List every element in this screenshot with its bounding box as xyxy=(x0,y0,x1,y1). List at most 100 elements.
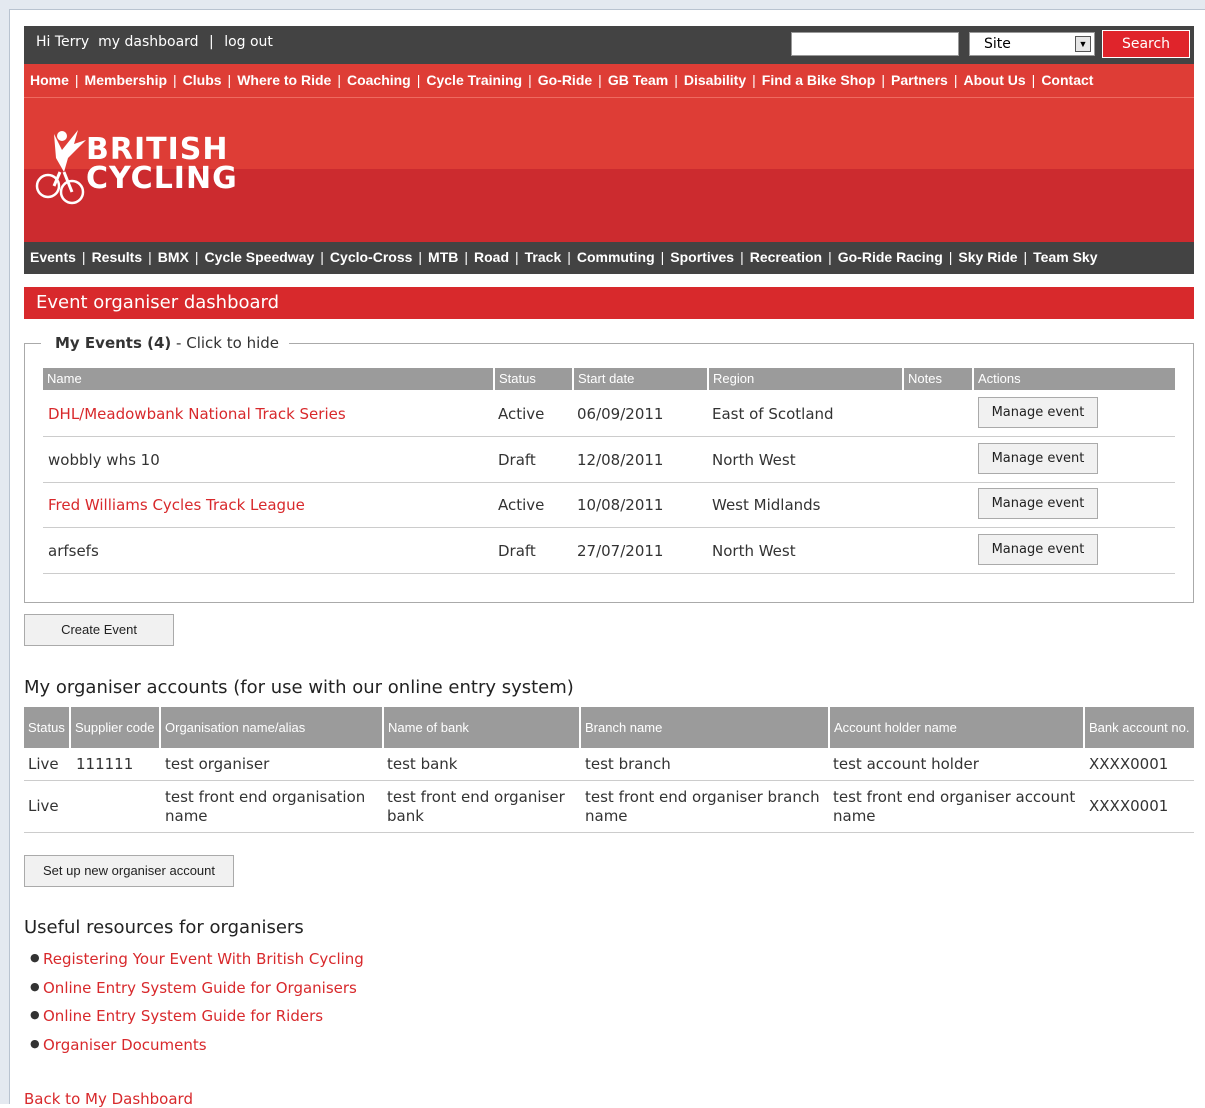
event-start-date: 06/09/2011 xyxy=(577,405,664,423)
nav-item-cycle-training[interactable]: Cycle Training xyxy=(426,72,522,88)
resources-heading: Useful resources for organisers xyxy=(24,917,304,938)
nav-item-gb-team[interactable]: GB Team xyxy=(608,72,668,88)
manage-event-button[interactable]: Manage event xyxy=(978,397,1098,428)
column-header-name: Name xyxy=(43,368,493,390)
nav-divider xyxy=(24,97,1194,98)
event-name-link[interactable]: Fred Williams Cycles Track League xyxy=(48,496,305,514)
nav-separator: | xyxy=(173,72,177,88)
discipline-nav-item-mtb[interactable]: MTB xyxy=(428,249,458,265)
manage-event-button[interactable]: Manage event xyxy=(978,534,1098,565)
branch-name: test front end organiser branch name xyxy=(585,788,820,825)
panel-border xyxy=(289,343,1194,344)
nav-item-about-us[interactable]: About Us xyxy=(963,72,1025,88)
separator: | xyxy=(209,34,214,50)
list-item: ● Online Entry System Guide for Organiser… xyxy=(24,979,364,1008)
branch-name: test branch xyxy=(585,755,671,773)
window-frame-line xyxy=(9,9,1205,10)
discipline-nav-item-events[interactable]: Events xyxy=(30,249,76,265)
nav-item-disability[interactable]: Disability xyxy=(684,72,746,88)
list-item: ● Organiser Documents xyxy=(24,1036,364,1065)
discipline-nav-item-results[interactable]: Results xyxy=(92,249,143,265)
column-header-actions: Actions xyxy=(974,368,1175,390)
resource-link-guide-riders[interactable]: Online Entry System Guide for Riders xyxy=(43,1007,323,1025)
discipline-nav-item-track[interactable]: Track xyxy=(525,249,562,265)
event-start-date: 12/08/2011 xyxy=(577,451,664,469)
discipline-nav-item-bmx[interactable]: BMX xyxy=(158,249,189,265)
nav-separator: | xyxy=(194,249,199,265)
discipline-nav-item-cyclo-cross[interactable]: Cyclo-Cross xyxy=(330,249,412,265)
discipline-nav-item-recreation[interactable]: Recreation xyxy=(750,249,822,265)
manage-event-button[interactable]: Manage event xyxy=(978,488,1098,519)
column-header-bank: Name of bank xyxy=(384,707,579,748)
nav-separator: | xyxy=(598,72,602,88)
column-header-supplier-code: Supplier code xyxy=(71,707,159,748)
discipline-nav-item-sportives[interactable]: Sportives xyxy=(670,249,734,265)
discipline-nav-item-sky-ride[interactable]: Sky Ride xyxy=(958,249,1017,265)
create-event-button[interactable]: Create Event xyxy=(24,614,174,646)
account-holder: test account holder xyxy=(833,755,979,773)
nav-item-go-ride[interactable]: Go-Ride xyxy=(538,72,592,88)
discipline-nav-item-cycle-speedway[interactable]: Cycle Speedway xyxy=(205,249,315,265)
nav-item-find-a-bike-shop[interactable]: Find a Bike Shop xyxy=(762,72,876,88)
account-number: XXXX0001 xyxy=(1089,755,1169,773)
nav-separator: | xyxy=(567,249,571,265)
bank-name: test front end organiser bank xyxy=(387,788,565,825)
event-name[interactable]: wobbly whs 10 xyxy=(48,451,160,469)
list-item: ● Online Entry System Guide for Riders xyxy=(24,1007,364,1036)
account-number: XXXX0001 xyxy=(1089,797,1169,815)
column-header-branch: Branch name xyxy=(581,707,828,748)
site-header: Home | Membership | Clubs | Where to Ride | Coac… xyxy=(24,64,1194,242)
setup-organiser-account-button[interactable]: Set up new organiser account xyxy=(24,855,234,887)
nav-separator: | xyxy=(828,249,832,265)
table-row: arfsefs Draft 27/07/2011 North West Mana… xyxy=(43,528,1175,574)
bullet-icon: ● xyxy=(30,979,40,993)
nav-item-coaching[interactable]: Coaching xyxy=(347,72,411,88)
nav-separator: | xyxy=(528,72,532,88)
back-to-dashboard-link[interactable]: Back to My Dashboard xyxy=(24,1090,193,1108)
nav-separator: | xyxy=(1031,72,1036,88)
search-button[interactable]: Search xyxy=(1102,30,1190,58)
column-header-start-date: Start date xyxy=(574,368,707,390)
nav-separator: | xyxy=(953,72,958,88)
discipline-nav-item-road[interactable]: Road xyxy=(474,249,509,265)
my-dashboard-link[interactable]: my dashboard xyxy=(98,34,198,50)
supplier-code: 111111 xyxy=(76,755,134,773)
nav-separator: | xyxy=(337,72,341,88)
nav-item-home[interactable]: Home xyxy=(30,72,69,88)
my-events-toggle[interactable]: My Events (4) - Click to hide xyxy=(55,334,279,352)
event-name-link[interactable]: DHL/Meadowbank National Track Series xyxy=(48,405,346,423)
british-cycling-logo-icon[interactable] xyxy=(34,128,94,213)
discipline-nav-item-go-ride-racing[interactable]: Go-Ride Racing xyxy=(838,249,943,265)
event-region: West Midlands xyxy=(712,496,821,514)
account-status: Live xyxy=(28,755,59,773)
site-select-value: Site xyxy=(984,36,1011,52)
search-input[interactable] xyxy=(791,32,959,56)
chevron-down-icon[interactable]: ▼ xyxy=(1075,36,1091,52)
nav-separator: | xyxy=(320,249,324,265)
page-title-bar: Event organiser dashboard xyxy=(24,287,1194,319)
resource-link-guide-organisers[interactable]: Online Entry System Guide for Organisers xyxy=(43,979,357,997)
event-status: Draft xyxy=(498,451,536,469)
nav-item-clubs[interactable]: Clubs xyxy=(183,72,222,88)
logout-link[interactable]: log out xyxy=(224,34,273,50)
resource-link-registering[interactable]: Registering Your Event With British Cycl… xyxy=(43,950,364,968)
user-greeting: Hi Terry my dashboard | log out xyxy=(36,34,273,50)
manage-event-button[interactable]: Manage event xyxy=(978,443,1098,474)
nav-separator: | xyxy=(464,249,468,265)
nav-separator: | xyxy=(660,249,665,265)
discipline-nav-item-team-sky[interactable]: Team Sky xyxy=(1033,249,1097,265)
accounts-heading: My organiser accounts (for use with our … xyxy=(24,677,574,698)
discipline-nav-item-commuting[interactable]: Commuting xyxy=(577,249,655,265)
my-events-legend-title: My Events (4) xyxy=(55,334,172,352)
bank-name: test bank xyxy=(387,755,458,773)
resource-link-documents[interactable]: Organiser Documents xyxy=(43,1036,207,1054)
nav-item-membership[interactable]: Membership xyxy=(85,72,167,88)
nav-item-partners[interactable]: Partners xyxy=(891,72,948,88)
discipline-nav: Events | Results | BMX | Cycle Speedway | Cyclo-… xyxy=(24,242,1194,274)
resources-list: ● Registering Your Event With British Cyc… xyxy=(24,950,364,1064)
nav-item-where-to-ride[interactable]: Where to Ride xyxy=(237,72,331,88)
nav-item-contact[interactable]: Contact xyxy=(1041,72,1093,88)
site-select[interactable]: Site ▼ xyxy=(969,32,1095,56)
event-name[interactable]: arfsefs xyxy=(48,542,99,560)
column-header-status: Status xyxy=(495,368,572,390)
